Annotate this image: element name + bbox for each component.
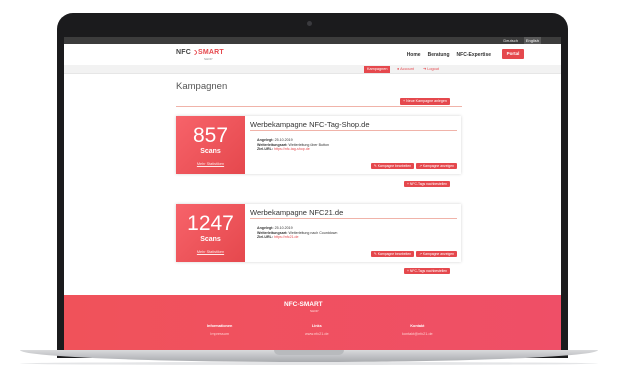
subnav-item-account[interactable]: ● Account [397,66,414,73]
created-value: 25.10.2019 [274,138,293,142]
forward-label: Weiterleitungsart: [257,142,288,147]
footer-column-info: Informationen Impressum [207,324,232,336]
edit-campaign-button[interactable]: ✎ Kampagne bearbeiten [370,163,415,169]
url-label: Ziel-URL: [257,147,273,152]
laptop-shadow [20,362,598,365]
scan-label: Scans [200,236,221,243]
scan-counter: 857 Scans Mehr Statistiken [176,116,245,174]
forward-label: Weiterleitungsart: [257,230,288,235]
campaign-actions: ✎ Kampagne bearbeiten ↗ Kampagne anzeige… [370,251,457,257]
footer-logo-sub: SHOP [310,309,319,313]
edit-campaign-label: Kampagne bearbeiten [377,164,412,168]
edit-campaign-label: Kampagne bearbeiten [377,252,412,256]
campaign-actions: ✎ Kampagne bearbeiten ↗ Kampagne anzeige… [370,163,457,169]
browser-screen: Deutsch English NFC SMART SHOP Home Berat… [64,37,561,350]
site-footer: NFC-SMART SHOP Informationen Impressum L… [64,295,561,350]
nav-item-home[interactable]: Home [407,52,421,58]
scan-counter: 1247 Scans Mehr Statistiken [176,204,245,262]
camera-icon [307,21,312,26]
nav-item-nfc-expertise[interactable]: NFC-Expertise [457,52,491,58]
logo-nfc-text: NFC [176,49,191,56]
nav-item-beratung[interactable]: Beratung [428,52,450,58]
footer-column-contact: Kontakt kontakt@nfc21.de [402,324,433,336]
card-divider [250,218,457,219]
sub-nav: Kampagnen ● Account ➜ Logout [64,65,561,74]
language-bar: Deutsch English [64,37,561,44]
campaign-card: 1247 Scans Mehr Statistiken Werbekampagn… [176,204,461,262]
more-stats-link[interactable]: Mehr Statistiken [176,162,245,166]
campaign-details: Angelegt: 25.10.2019 Weiterleitungsart: … [257,226,337,240]
page-title: Kampagnen [176,81,228,92]
show-campaign-label: Kampagne anzeigen [422,252,454,256]
footer-logo[interactable]: NFC-SMART [284,301,323,308]
show-campaign-button[interactable]: ↗ Kampagne anzeigen [416,163,457,169]
url-label: Ziel-URL: [257,235,273,240]
logo-smart-text: SMART [198,49,224,56]
scan-count: 857 [192,124,229,147]
site-logo[interactable]: NFC SMART [176,48,224,56]
forward-value: Weiterleitung nach Countdown [288,230,338,235]
nfc-wave-icon [190,48,199,56]
footer-heading: Kontakt [410,324,425,328]
footer-link-nfc21[interactable]: www.nfc21.de [305,332,329,336]
forward-value: Weiterleitung über Button [288,142,330,147]
edit-campaign-button[interactable]: ✎ Kampagne bearbeiten [370,251,415,257]
show-campaign-label: Kampagne anzeigen [422,164,454,168]
new-campaign-button[interactable]: + Neue Kampagne anlegen [400,98,450,105]
created-label: Angelegt: [257,226,274,230]
footer-heading: Informationen [207,324,233,328]
reorder-tags-button[interactable]: + NFC-Tags nachbestellen [404,268,451,274]
main-nav: Home Beratung NFC-Expertise [407,52,491,58]
subnav-item-logout[interactable]: ➜ Logout [423,66,439,73]
subnav-account-label: Account [400,67,414,71]
created-label: Angelegt: [257,138,274,142]
campaign-title: Werbekampagne NFC-Tag-Shop.de [250,120,370,129]
title-divider [176,106,462,107]
created-value: 25.10.2019 [274,226,293,230]
subnav-logout-label: Logout [427,67,439,71]
target-url-link[interactable]: https://nfc21.de [274,235,299,239]
laptop-notch [274,350,344,355]
logo-sub-text: SHOP [204,57,213,61]
subnav-item-kampagnen[interactable]: Kampagnen [364,66,391,73]
footer-heading: Links [311,324,322,328]
scan-count: 1247 [187,212,234,235]
campaign-title: Werbekampagne NFC21.de [250,208,344,217]
footer-link-email[interactable]: kontakt@nfc21.de [402,332,433,336]
more-stats-link[interactable]: Mehr Statistiken [176,250,245,254]
target-url-link[interactable]: https://nfc-tag-shop.de [274,147,310,151]
reorder-tags-button[interactable]: + NFC-Tags nachbestellen [404,181,451,187]
card-divider [250,130,457,131]
scan-label: Scans [200,148,221,155]
language-de-link[interactable]: Deutsch [501,37,520,44]
campaign-details: Angelegt: 25.10.2019 Weiterleitungsart: … [257,138,329,152]
footer-link-impressum[interactable]: Impressum [207,332,232,336]
footer-column-links: Links www.nfc21.de [305,324,329,336]
site-header: NFC SMART SHOP Home Beratung NFC-Expertis… [64,44,561,65]
campaign-card: 857 Scans Mehr Statistiken Werbekampagne… [176,116,461,174]
show-campaign-button[interactable]: ↗ Kampagne anzeigen [416,251,457,257]
language-en-link[interactable]: English [523,37,541,44]
portal-button[interactable]: Portal [502,49,524,59]
